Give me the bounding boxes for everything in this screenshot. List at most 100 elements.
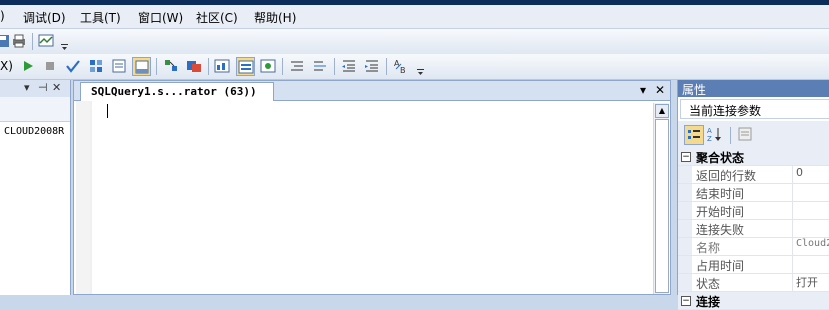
menu-item-partial[interactable]: ): [0, 9, 5, 23]
execute-label-partial[interactable]: X): [0, 59, 13, 73]
editor-gutter: [76, 101, 90, 294]
sql-editor-toolbar: X) AB: [0, 54, 829, 80]
property-name: 连接: [696, 295, 721, 309]
categorized-icon[interactable]: [684, 125, 704, 145]
vertical-scrollbar[interactable]: ▲: [653, 103, 669, 294]
property-row-margin: [678, 202, 692, 219]
parse-checkmark-icon[interactable]: [64, 57, 82, 75]
property-value[interactable]: [792, 202, 829, 219]
specify-template-values-icon[interactable]: AB: [392, 57, 410, 75]
include-plan-icon[interactable]: [185, 57, 203, 75]
collapse-icon[interactable]: −: [681, 152, 691, 162]
svg-text:B: B: [400, 66, 406, 75]
property-name: 连接失败: [696, 223, 745, 237]
property-row-margin: [678, 184, 692, 201]
object-explorer-toolbar: [0, 97, 70, 122]
stop-icon[interactable]: [41, 57, 59, 75]
svg-text:Z: Z: [707, 135, 712, 143]
alphabetical-sort-icon[interactable]: AZ: [706, 125, 724, 143]
object-explorer-header: ▾ ⊣ ✕: [0, 80, 70, 98]
menu-bar: ) 调试(D) 工具(T) 窗口(W) 社区(C) 帮助(H): [0, 5, 829, 29]
editor-margin: [90, 101, 92, 294]
tab-sqlquery1[interactable]: SQLQuery1.s...rator (63)): [80, 82, 274, 101]
property-value[interactable]: Cloud2: [792, 238, 829, 255]
menu-item-community[interactable]: 社区(C): [196, 9, 238, 26]
toolbar-separator: [156, 58, 157, 75]
properties-toolbar: AZ: [678, 121, 829, 149]
property-row[interactable]: 占用时间: [678, 256, 829, 274]
property-name: 占用时间: [696, 259, 745, 273]
toolbar-overflow-icon[interactable]: [61, 39, 68, 51]
tab-label: SQLQuery1.s...rator (63)): [91, 85, 257, 98]
query-editor: SQLQuery1.s...rator (63)) ▾ ✕ ▲: [73, 80, 671, 295]
display-plan-icon[interactable]: [162, 57, 180, 75]
property-pages-icon[interactable]: [736, 125, 754, 143]
property-row[interactable]: 名称 Cloud2: [678, 238, 829, 256]
property-name: 聚合状态: [696, 151, 745, 165]
property-name: 结束时间: [696, 187, 745, 201]
property-row-margin: [678, 166, 692, 183]
property-value[interactable]: [792, 220, 829, 237]
menu-item-tools[interactable]: 工具(T): [80, 9, 121, 26]
property-value[interactable]: 0: [792, 166, 829, 183]
property-row-margin: [678, 274, 692, 291]
property-value[interactable]: [792, 184, 829, 201]
standard-toolbar: [0, 29, 829, 54]
toolbar-separator: [282, 58, 283, 75]
property-row[interactable]: 开始时间: [678, 202, 829, 220]
uncomment-lines-icon[interactable]: [311, 57, 329, 75]
svg-text:A: A: [707, 127, 712, 135]
property-name: 开始时间: [696, 205, 745, 219]
query-options-icon[interactable]: [87, 57, 105, 75]
activity-monitor-icon[interactable]: [37, 32, 55, 50]
toolbar-separator: [386, 58, 387, 75]
comment-lines-icon[interactable]: [288, 57, 306, 75]
toolbar-overflow-icon[interactable]: [417, 64, 424, 76]
properties-selector-value: 当前连接参数: [689, 104, 762, 118]
properties-header: 属性: [678, 80, 829, 97]
menu-item-debug[interactable]: 调试(D): [23, 9, 66, 26]
results-to-text-icon[interactable]: [110, 57, 128, 75]
increase-indent-icon[interactable]: [363, 57, 381, 75]
toolbar-separator: [334, 58, 335, 75]
results-to-grid-icon[interactable]: [132, 57, 151, 76]
property-name: 名称: [696, 241, 721, 255]
properties-panel: 属性 当前连接参数 AZ − 聚合状态 返回的行数 0 结束时间 开始时间 连接失败 名称 Cl…: [677, 80, 829, 310]
property-name: 返回的行数: [696, 169, 757, 183]
property-category[interactable]: − 聚合状态: [678, 148, 829, 166]
scroll-thumb[interactable]: [655, 119, 669, 293]
decrease-indent-icon[interactable]: [340, 57, 358, 75]
menu-item-window[interactable]: 窗口(W): [138, 9, 183, 26]
object-explorer-panel: ▾ ⊣ ✕ CLOUD2008R: [0, 80, 71, 295]
toolbar-separator: [730, 127, 731, 144]
property-row[interactable]: 返回的行数 0: [678, 166, 829, 184]
scroll-up-icon[interactable]: ▲: [655, 104, 669, 118]
client-statistics-icon[interactable]: [213, 57, 231, 75]
collapse-icon[interactable]: −: [681, 296, 691, 306]
property-row-margin: [678, 220, 692, 237]
property-grid: − 聚合状态 返回的行数 0 结束时间 开始时间 连接失败 名称 Cloud2 占用时间 状态 打开 −…: [678, 148, 829, 310]
property-row-margin: [678, 238, 692, 255]
property-row[interactable]: 状态 打开: [678, 274, 829, 292]
properties-object-selector[interactable]: 当前连接参数: [680, 99, 829, 119]
property-row[interactable]: 连接失败: [678, 220, 829, 238]
toolbar-separator: [208, 58, 209, 75]
property-name: 状态: [696, 277, 721, 291]
menu-item-help[interactable]: 帮助(H): [254, 9, 296, 26]
pin-icon[interactable]: ⊣: [38, 81, 48, 94]
property-value[interactable]: 打开: [792, 274, 829, 291]
intellisense-icon[interactable]: [259, 57, 277, 75]
panel-dropdown-icon[interactable]: ▾: [24, 81, 30, 94]
execute-icon[interactable]: [19, 57, 37, 75]
document-tabstrip: SQLQuery1.s...rator (63)) ▾ ✕: [74, 81, 670, 101]
close-document-icon[interactable]: ✕: [655, 83, 665, 97]
close-icon[interactable]: ✕: [52, 81, 61, 94]
server-node[interactable]: CLOUD2008R: [4, 126, 64, 137]
property-row-margin: [678, 256, 692, 273]
sqlcmd-mode-icon[interactable]: [236, 57, 255, 76]
property-value[interactable]: [792, 256, 829, 273]
print-icon[interactable]: [10, 32, 28, 50]
tab-list-dropdown-icon[interactable]: ▾: [640, 83, 646, 97]
properties-title: 属性: [682, 83, 707, 97]
property-row[interactable]: 结束时间: [678, 184, 829, 202]
